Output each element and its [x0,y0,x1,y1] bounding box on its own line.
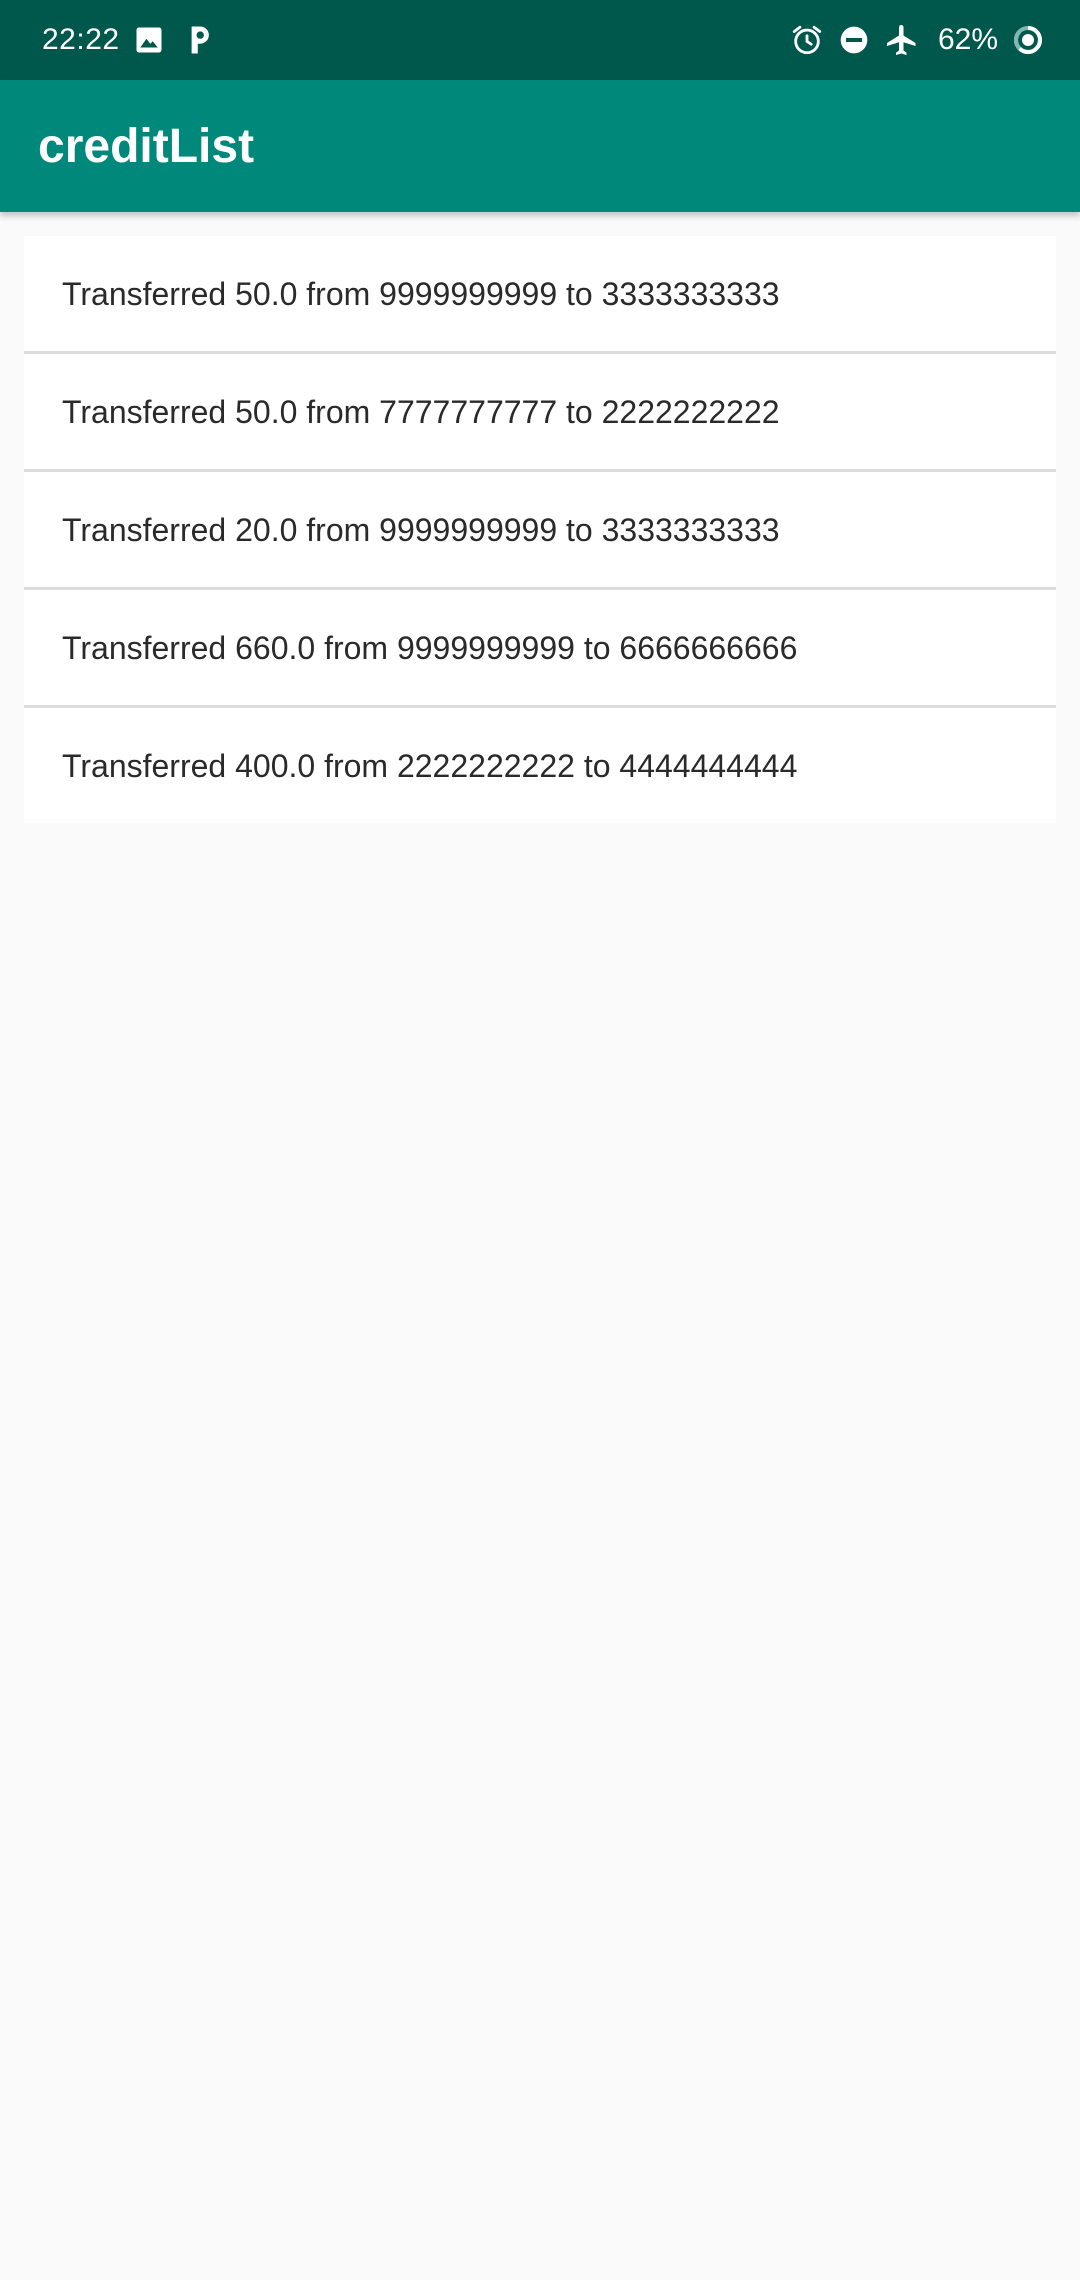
list-item[interactable]: Transferred 400.0 from 2222222222 to 444… [24,708,1056,823]
status-bar: 22:22 62% [0,0,1080,80]
parking-icon [186,24,212,56]
transfer-text: Transferred 400.0 from 2222222222 to 444… [62,747,798,784]
airplane-mode-icon [884,22,920,58]
transfer-text: Transferred 660.0 from 9999999999 to 666… [62,629,798,666]
battery-icon [1012,24,1044,56]
app-bar: creditList [0,80,1080,212]
transfer-list: Transferred 50.0 from 9999999999 to 3333… [24,236,1056,823]
list-item[interactable]: Transferred 660.0 from 9999999999 to 666… [24,590,1056,708]
list-item[interactable]: Transferred 20.0 from 9999999999 to 3333… [24,472,1056,590]
status-system-icons: 62% [790,20,1044,60]
transfer-text: Transferred 50.0 from 7777777777 to 2222… [62,393,780,430]
image-icon [134,25,164,55]
transfer-text: Transferred 20.0 from 9999999999 to 3333… [62,511,780,548]
list-item[interactable]: Transferred 50.0 from 9999999999 to 3333… [24,236,1056,354]
transfer-text: Transferred 50.0 from 9999999999 to 3333… [62,275,780,312]
do-not-disturb-icon [838,24,870,56]
status-notification-icons [134,22,212,58]
battery-percentage: 62% [937,23,998,56]
list-item[interactable]: Transferred 50.0 from 7777777777 to 2222… [24,354,1056,472]
page-title: creditList [38,120,255,173]
alarm-icon [790,23,824,57]
status-time: 22:22 [42,23,120,56]
